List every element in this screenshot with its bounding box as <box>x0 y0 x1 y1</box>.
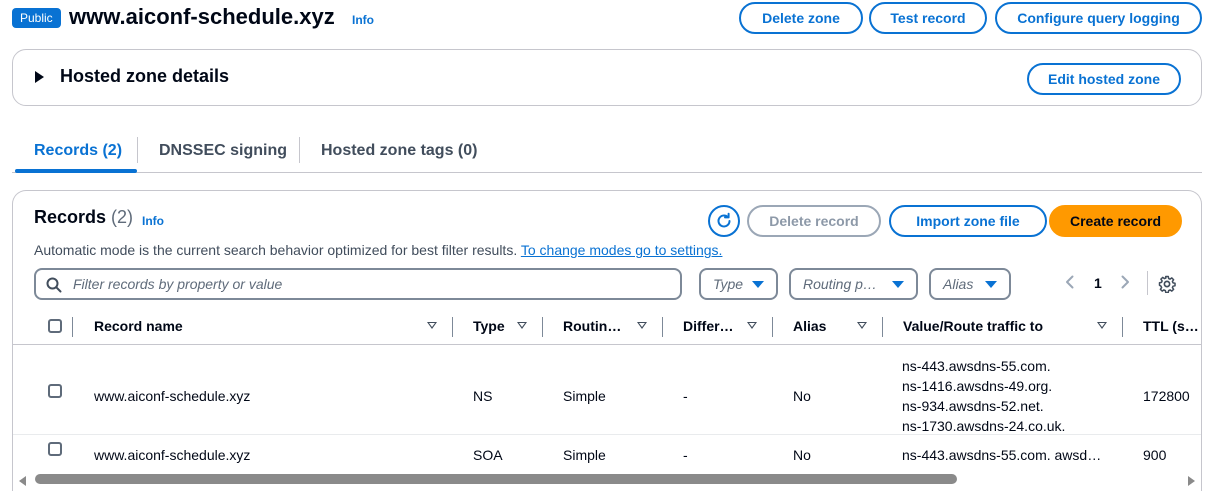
ttl-cell: 172800 <box>1143 388 1190 404</box>
alias-cell: No <box>793 447 811 463</box>
sort-icon[interactable] <box>427 322 437 329</box>
chevron-right-icon[interactable] <box>1121 275 1130 289</box>
delete-record-button[interactable]: Delete record <box>747 205 881 237</box>
filter-records-search[interactable]: Filter records by property or value <box>34 268 682 300</box>
row-checkbox[interactable] <box>48 442 62 456</box>
column-header-value[interactable]: Value/Route traffic to <box>903 318 1043 334</box>
column-divider[interactable] <box>542 317 543 337</box>
ttl-cell: 900 <box>1143 447 1167 463</box>
routing-cell: Simple <box>563 447 606 463</box>
value-line: ns-1416.awsdns-49.org. <box>902 378 1053 394</box>
create-record-button[interactable]: Create record <box>1049 205 1182 237</box>
record-name-cell: www.aiconf-schedule.xyz <box>94 447 251 463</box>
description-text: Automatic mode is the current search beh… <box>34 242 518 258</box>
table-row[interactable]: www.aiconf-schedule.xyz SOA Simple - No … <box>13 436 1201 474</box>
records-panel: Records (2) Info Delete record Import zo… <box>12 190 1202 491</box>
tab-hosted-zone-tags[interactable]: Hosted zone tags (0) <box>321 142 477 160</box>
type-filter-select[interactable]: Type <box>699 268 778 300</box>
page-number[interactable]: 1 <box>1094 275 1102 291</box>
search-mode-description: Automatic mode is the current search beh… <box>34 242 722 258</box>
search-icon <box>46 277 62 293</box>
column-divider[interactable] <box>772 317 773 337</box>
alias-filter-label: Alias <box>943 276 974 292</box>
routing-filter-select[interactable]: Routing p… <box>789 268 918 300</box>
value-line: ns-443.awsdns-55.com. <box>902 358 1051 374</box>
value-line: ns-934.awsdns-52.net. <box>902 398 1044 414</box>
select-all-checkbox[interactable] <box>48 319 62 333</box>
delete-zone-button[interactable]: Delete zone <box>739 2 863 34</box>
record-name-cell: www.aiconf-schedule.xyz <box>94 388 251 404</box>
records-title: Records (2) <box>34 207 133 228</box>
sort-icon[interactable] <box>517 322 527 329</box>
caret-down-icon <box>985 281 997 288</box>
chevron-left-icon[interactable] <box>1065 275 1074 289</box>
column-header-routing[interactable]: Routin… <box>563 318 621 334</box>
hosted-zone-details-toggle[interactable]: Hosted zone details <box>60 66 229 87</box>
active-tab-indicator <box>15 169 137 173</box>
records-info-link[interactable]: Info <box>142 214 164 228</box>
column-divider[interactable] <box>882 317 883 337</box>
table-header: Record name Type Routin… Differ… Alias V… <box>13 309 1201 345</box>
column-divider <box>72 317 73 337</box>
routing-filter-label: Routing p… <box>803 276 877 292</box>
differentiator-cell: - <box>683 447 688 463</box>
row-checkbox[interactable] <box>48 384 62 398</box>
column-header-type[interactable]: Type <box>473 318 505 334</box>
sort-icon[interactable] <box>637 322 647 329</box>
records-count: (2) <box>111 207 134 227</box>
scrollbar-thumb[interactable] <box>35 474 957 484</box>
alias-filter-select[interactable]: Alias <box>929 268 1011 300</box>
refresh-icon <box>717 212 731 228</box>
horizontal-scrollbar[interactable] <box>13 472 1201 488</box>
settings-gear-icon[interactable] <box>1158 275 1176 293</box>
info-link[interactable]: Info <box>352 13 374 27</box>
tab-bar: Records (2) DNSSEC signing Hosted zone t… <box>12 133 1202 173</box>
test-record-button[interactable]: Test record <box>869 2 987 34</box>
column-header-ttl[interactable]: TTL (s… <box>1143 318 1199 334</box>
value-cell: ns-443.awsdns-55.com. ns-1416.awsdns-49.… <box>902 356 1065 436</box>
type-cell: NS <box>473 388 493 404</box>
column-header-differentiator[interactable]: Differ… <box>683 318 734 334</box>
table-row[interactable]: www.aiconf-schedule.xyz NS Simple - No n… <box>13 346 1201 436</box>
scroll-right-arrow-icon[interactable] <box>1188 476 1195 486</box>
hosted-zone-details-panel: Hosted zone details Edit hosted zone <box>12 49 1202 106</box>
refresh-button[interactable] <box>708 205 740 237</box>
type-filter-label: Type <box>713 276 744 292</box>
value-cell: ns-443.awsdns-55.com. awsd… <box>902 447 1102 463</box>
page-title: www.aiconf-schedule.xyz <box>69 4 335 29</box>
search-input[interactable]: Filter records by property or value <box>73 276 282 292</box>
column-divider[interactable] <box>662 317 663 337</box>
type-cell: SOA <box>473 447 503 463</box>
routing-cell: Simple <box>563 388 606 404</box>
settings-link[interactable]: To change modes go to settings. <box>521 242 723 258</box>
records-title-text: Records <box>34 207 107 227</box>
import-zone-file-button[interactable]: Import zone file <box>889 205 1047 237</box>
sort-icon[interactable] <box>747 322 757 329</box>
edit-hosted-zone-button[interactable]: Edit hosted zone <box>1027 63 1181 95</box>
sort-icon[interactable] <box>1097 322 1107 329</box>
column-divider[interactable] <box>1122 317 1123 337</box>
expand-caret-icon[interactable] <box>35 71 44 83</box>
sort-icon[interactable] <box>857 322 867 329</box>
caret-down-icon <box>892 281 904 288</box>
tab-divider <box>299 137 300 163</box>
differentiator-cell: - <box>683 388 688 404</box>
configure-query-logging-button[interactable]: Configure query logging <box>995 2 1202 34</box>
public-badge: Public <box>12 8 61 28</box>
column-header-record-name[interactable]: Record name <box>94 318 183 334</box>
tab-divider <box>137 137 138 163</box>
alias-cell: No <box>793 388 811 404</box>
tab-records[interactable]: Records (2) <box>34 142 122 160</box>
tab-dnssec-signing[interactable]: DNSSEC signing <box>159 142 287 160</box>
scroll-left-arrow-icon[interactable] <box>19 476 26 486</box>
caret-down-icon <box>752 281 764 288</box>
pager-divider <box>1147 271 1148 295</box>
column-header-alias[interactable]: Alias <box>793 318 826 334</box>
column-divider[interactable] <box>452 317 453 337</box>
value-line: ns-1730.awsdns-24.co.uk. <box>902 418 1066 434</box>
